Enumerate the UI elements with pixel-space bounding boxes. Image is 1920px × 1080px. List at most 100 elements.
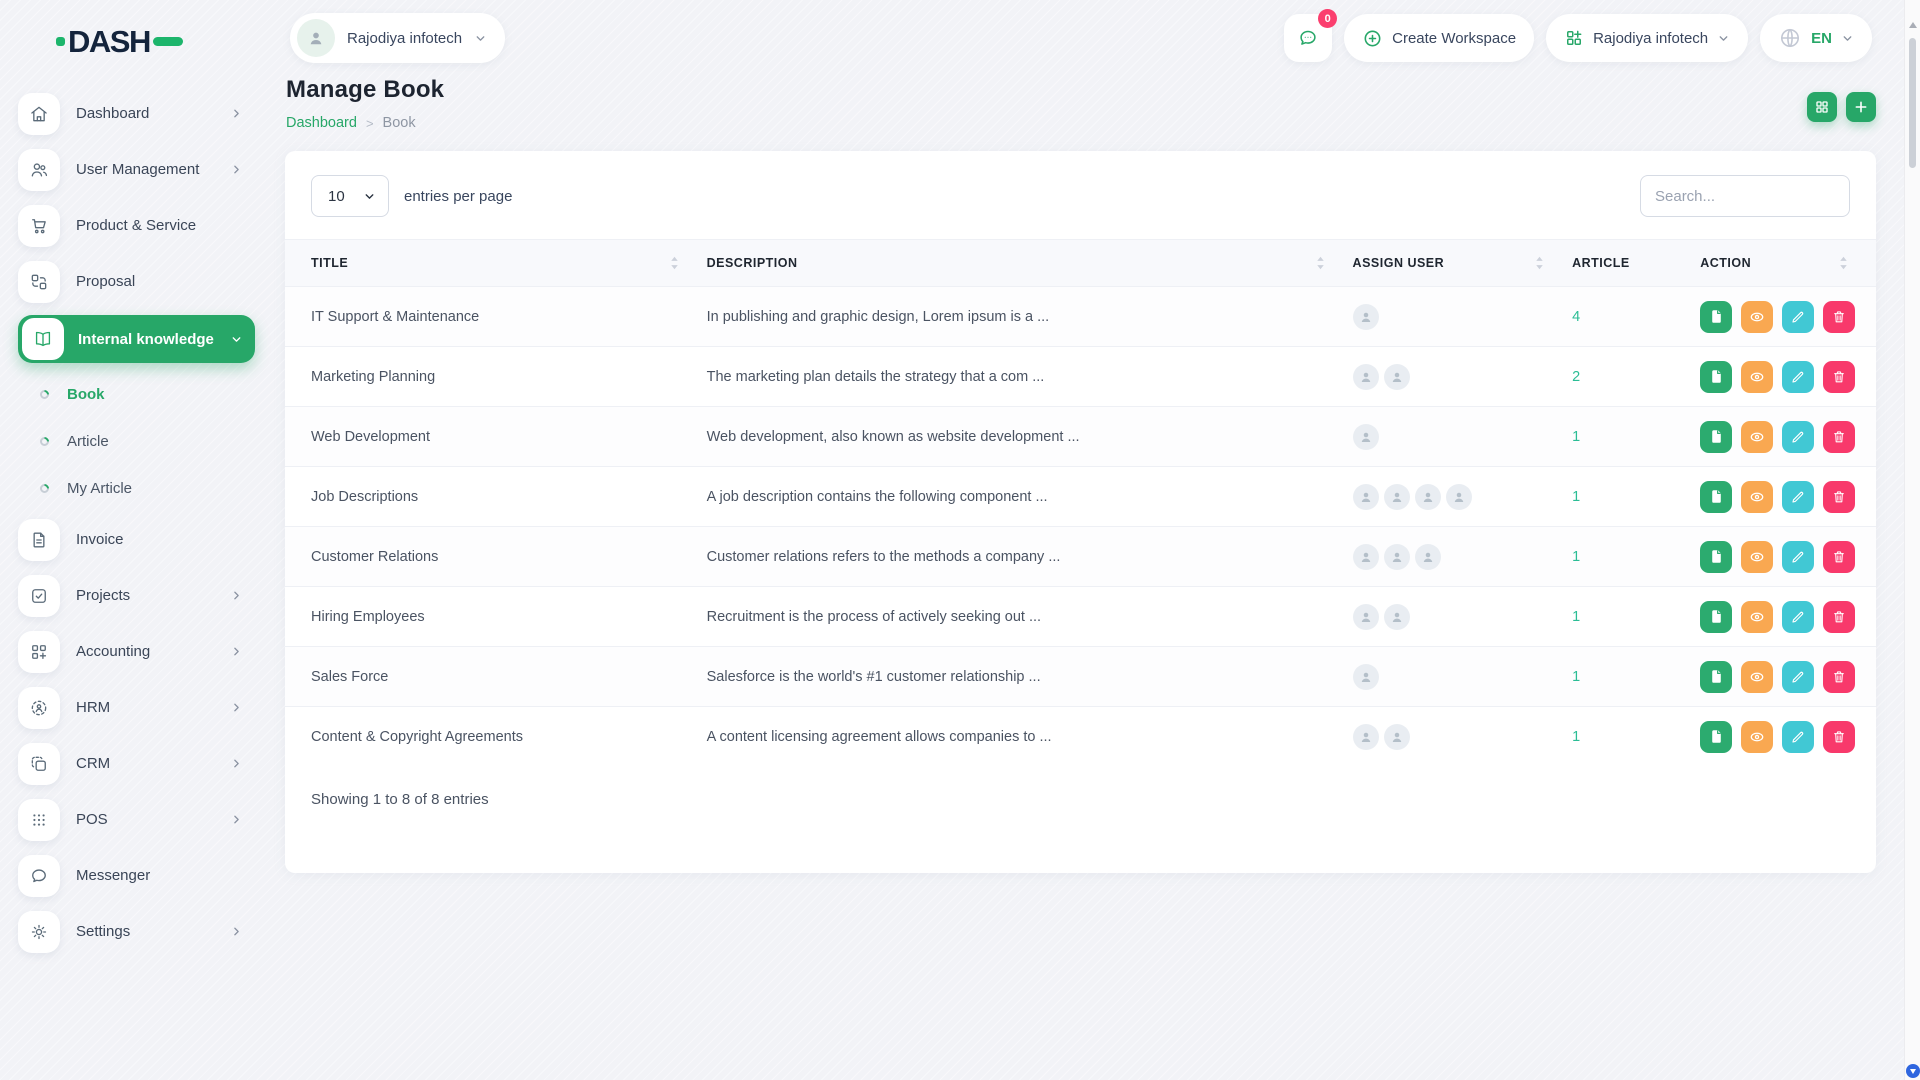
view-button[interactable] <box>1741 541 1773 573</box>
delete-button[interactable] <box>1823 601 1855 633</box>
sidebar-item-pos[interactable]: POS <box>18 797 255 842</box>
sidebar-item-label: Proposal <box>76 273 135 290</box>
assign-user-cell <box>1353 587 1573 647</box>
article-count-link[interactable]: 1 <box>1572 489 1580 505</box>
edit-button[interactable] <box>1782 301 1814 333</box>
sidebar-item-product-service[interactable]: Product & Service <box>18 203 255 248</box>
breadcrumb-separator: > <box>366 116 374 131</box>
scroll-down-button[interactable] <box>1906 1064 1920 1078</box>
column-header-title[interactable]: TITLE <box>285 240 707 287</box>
delete-button[interactable] <box>1823 661 1855 693</box>
scrollbar-thumb[interactable] <box>1909 38 1916 168</box>
brand-logo[interactable]: DASH <box>56 26 285 57</box>
sidebar-subitem-article[interactable]: Article <box>40 421 285 461</box>
view-button[interactable] <box>1741 361 1773 393</box>
column-header-article[interactable]: ARTICLE <box>1572 240 1688 287</box>
sidebar-item-projects[interactable]: Projects <box>18 573 255 618</box>
add-book-button[interactable] <box>1846 92 1876 122</box>
create-workspace-button[interactable]: Create Workspace <box>1344 14 1534 62</box>
view-button[interactable] <box>1741 721 1773 753</box>
edit-button[interactable] <box>1782 481 1814 513</box>
scroll-up-arrow-icon[interactable] <box>1909 22 1917 28</box>
document-button[interactable] <box>1700 301 1732 333</box>
book-title: Web Development <box>285 407 707 467</box>
edit-button[interactable] <box>1782 421 1814 453</box>
column-header-description[interactable]: DESCRIPTION <box>707 240 1353 287</box>
view-button[interactable] <box>1741 301 1773 333</box>
messenger-badge: 0 <box>1318 9 1337 28</box>
document-button[interactable] <box>1700 601 1732 633</box>
column-header-assign-user[interactable]: ASSIGN USER <box>1353 240 1573 287</box>
breadcrumb-dashboard-link[interactable]: Dashboard <box>286 115 357 131</box>
home-icon <box>18 93 60 135</box>
sidebar-item-user-management[interactable]: User Management <box>18 147 255 192</box>
delete-button[interactable] <box>1823 481 1855 513</box>
sidebar-item-label: Settings <box>76 923 130 940</box>
sidebar-item-messenger[interactable]: Messenger <box>18 853 255 898</box>
main-content: Manage Book Dashboard > Book 10 entries … <box>285 76 1876 873</box>
pos-icon <box>18 799 60 841</box>
sidebar-item-proposal[interactable]: Proposal <box>18 259 255 304</box>
article-count-link[interactable]: 1 <box>1572 429 1580 445</box>
view-button[interactable] <box>1741 661 1773 693</box>
language-selector[interactable]: EN <box>1760 14 1872 62</box>
edit-button[interactable] <box>1782 541 1814 573</box>
search-input[interactable] <box>1640 175 1850 217</box>
view-button[interactable] <box>1741 481 1773 513</box>
user-avatar <box>1384 604 1410 630</box>
edit-button[interactable] <box>1782 661 1814 693</box>
document-button[interactable] <box>1700 541 1732 573</box>
sidebar-subitem-book[interactable]: Book <box>40 374 285 414</box>
delete-button[interactable] <box>1823 301 1855 333</box>
user-avatar <box>1384 724 1410 750</box>
user-avatar <box>1353 304 1379 330</box>
edit-button[interactable] <box>1782 721 1814 753</box>
article-count-link[interactable]: 1 <box>1572 669 1580 685</box>
user-avatar <box>1384 484 1410 510</box>
sidebar-subitem-my-article[interactable]: My Article <box>40 468 285 508</box>
document-button[interactable] <box>1700 481 1732 513</box>
sidebar-item-hrm[interactable]: HRM <box>18 685 255 730</box>
article-count-link[interactable]: 1 <box>1572 609 1580 625</box>
bullet-icon <box>38 435 51 448</box>
scrollbar[interactable] <box>1904 0 1920 1080</box>
entries-per-page-select[interactable]: 10 <box>311 175 389 217</box>
messenger-button[interactable]: 0 <box>1284 14 1332 62</box>
article-count-link[interactable]: 1 <box>1572 549 1580 565</box>
column-header-action[interactable]: ACTION <box>1688 240 1876 287</box>
table-controls: 10 entries per page <box>285 151 1876 239</box>
article-count-link[interactable]: 4 <box>1572 309 1580 325</box>
sidebar-item-dashboard[interactable]: Dashboard <box>18 91 255 136</box>
edit-button[interactable] <box>1782 601 1814 633</box>
grid-view-button[interactable] <box>1807 92 1837 122</box>
plus-icon <box>1853 99 1869 115</box>
crm-icon <box>18 743 60 785</box>
chevron-down-icon <box>474 32 487 45</box>
view-button[interactable] <box>1741 601 1773 633</box>
workspace-selector[interactable]: Rajodiya infotech <box>290 13 505 63</box>
sidebar-item-accounting[interactable]: Accounting <box>18 629 255 674</box>
sidebar-item-settings[interactable]: Settings <box>18 909 255 954</box>
company-selector[interactable]: Rajodiya infotech <box>1546 14 1748 62</box>
article-count-cell: 1 <box>1572 707 1688 767</box>
sidebar-item-invoice[interactable]: Invoice <box>18 517 255 562</box>
logo-dot-icon <box>56 37 65 46</box>
document-button[interactable] <box>1700 361 1732 393</box>
assign-user-cell <box>1353 347 1573 407</box>
edit-button[interactable] <box>1782 361 1814 393</box>
sidebar-item-crm[interactable]: CRM <box>18 741 255 786</box>
user-avatar <box>1384 544 1410 570</box>
article-count-link[interactable]: 1 <box>1572 729 1580 745</box>
user-avatar <box>1353 424 1379 450</box>
sidebar-item-internal-knowledge[interactable]: Internal knowledge <box>18 315 255 363</box>
delete-button[interactable] <box>1823 361 1855 393</box>
article-count-link[interactable]: 2 <box>1572 369 1580 385</box>
delete-button[interactable] <box>1823 541 1855 573</box>
delete-button[interactable] <box>1823 721 1855 753</box>
delete-button[interactable] <box>1823 421 1855 453</box>
document-button[interactable] <box>1700 721 1732 753</box>
view-button[interactable] <box>1741 421 1773 453</box>
book-description: Salesforce is the world's #1 customer re… <box>707 647 1353 707</box>
document-button[interactable] <box>1700 421 1732 453</box>
document-button[interactable] <box>1700 661 1732 693</box>
